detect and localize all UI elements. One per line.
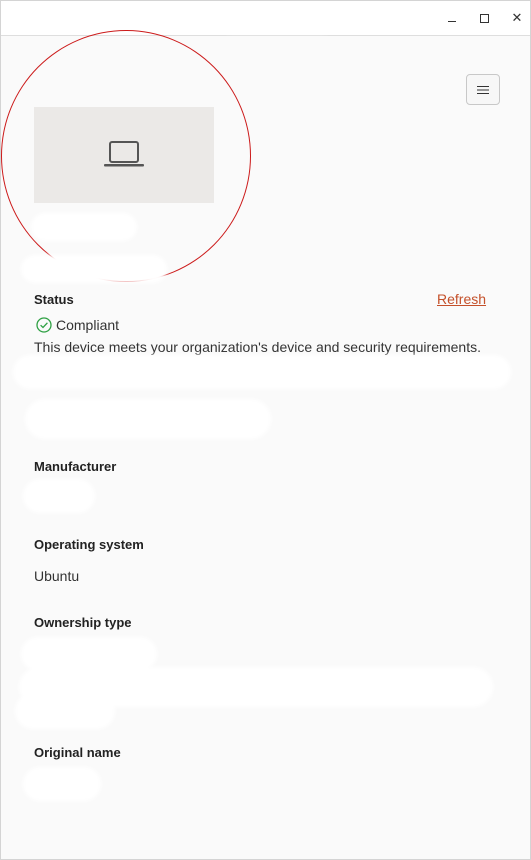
redacted-ownership-detail-2 bbox=[15, 693, 115, 729]
minimize-button[interactable] bbox=[441, 8, 463, 28]
menu-button[interactable] bbox=[466, 74, 500, 105]
minimize-icon bbox=[448, 20, 456, 22]
refresh-link[interactable]: Refresh bbox=[437, 291, 486, 307]
close-button[interactable]: ✕ bbox=[506, 8, 528, 28]
status-label: Status bbox=[34, 292, 74, 307]
redacted-status-detail-2 bbox=[25, 399, 271, 439]
ownership-type-label: Ownership type bbox=[34, 615, 132, 630]
operating-system-label: Operating system bbox=[34, 537, 144, 552]
redacted-status-detail bbox=[13, 355, 511, 389]
redacted-original-name-value bbox=[23, 767, 101, 801]
close-icon: ✕ bbox=[511, 10, 523, 25]
manufacturer-label: Manufacturer bbox=[34, 459, 117, 474]
redacted-title bbox=[217, 3, 337, 33]
redacted-ownership-value bbox=[21, 637, 157, 671]
status-value-row: Compliant bbox=[36, 317, 119, 333]
redacted-manufacturer-value bbox=[23, 479, 95, 513]
maximize-button[interactable] bbox=[473, 8, 495, 28]
status-value: Compliant bbox=[56, 317, 120, 333]
maximize-icon bbox=[479, 13, 489, 23]
original-name-label: Original name bbox=[34, 745, 121, 760]
company-portal-window: ✕ Status Refresh Compliant This device m… bbox=[0, 0, 531, 860]
operating-system-value: Ubuntu bbox=[34, 568, 80, 584]
redacted-device-name bbox=[31, 213, 137, 241]
redacted-device-subtitle bbox=[21, 255, 167, 283]
hamburger-menu-icon bbox=[477, 85, 489, 94]
title-bar: ✕ bbox=[1, 1, 530, 36]
highlight-circle bbox=[1, 30, 251, 282]
check-circle-icon bbox=[36, 317, 52, 333]
status-description: This device meets your organization's de… bbox=[34, 339, 481, 355]
